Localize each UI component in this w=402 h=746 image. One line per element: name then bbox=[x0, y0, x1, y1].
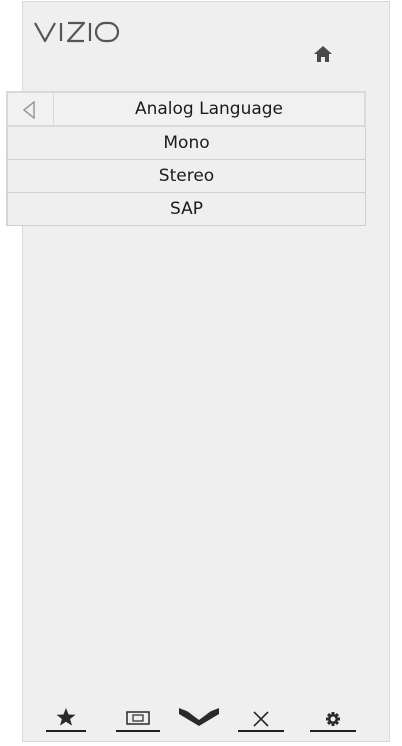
button-underline bbox=[310, 730, 356, 732]
menu-header: Analog Language bbox=[6, 91, 366, 127]
bottom-toolbar bbox=[20, 702, 360, 732]
menu-item-label: Stereo bbox=[158, 166, 215, 186]
vizio-logo bbox=[34, 20, 120, 44]
menu-item-label: SAP bbox=[170, 199, 203, 219]
analog-language-menu: Analog Language Mono Stereo SAP bbox=[6, 91, 366, 226]
chevron-down-icon bbox=[179, 708, 219, 726]
button-underline bbox=[46, 730, 86, 732]
back-button[interactable] bbox=[8, 93, 54, 125]
collapse-button[interactable] bbox=[173, 702, 225, 732]
menu-title: Analog Language bbox=[134, 99, 284, 119]
close-icon bbox=[253, 711, 269, 727]
menu-item-label: Mono bbox=[163, 133, 210, 153]
menu-item-mono[interactable]: Mono bbox=[6, 127, 366, 160]
button-underline bbox=[238, 730, 284, 732]
back-triangle-icon bbox=[22, 101, 35, 119]
picture-size-button[interactable] bbox=[116, 702, 160, 732]
gear-icon bbox=[326, 712, 340, 726]
menu-item-sap[interactable]: SAP bbox=[6, 193, 366, 226]
home-icon[interactable] bbox=[313, 45, 333, 63]
close-button[interactable] bbox=[238, 702, 284, 732]
button-underline bbox=[116, 730, 160, 732]
favorites-button[interactable] bbox=[46, 702, 86, 732]
star-icon bbox=[56, 708, 76, 726]
settings-button[interactable] bbox=[310, 702, 356, 732]
menu-item-stereo[interactable]: Stereo bbox=[6, 160, 366, 193]
picture-size-icon bbox=[126, 711, 150, 725]
